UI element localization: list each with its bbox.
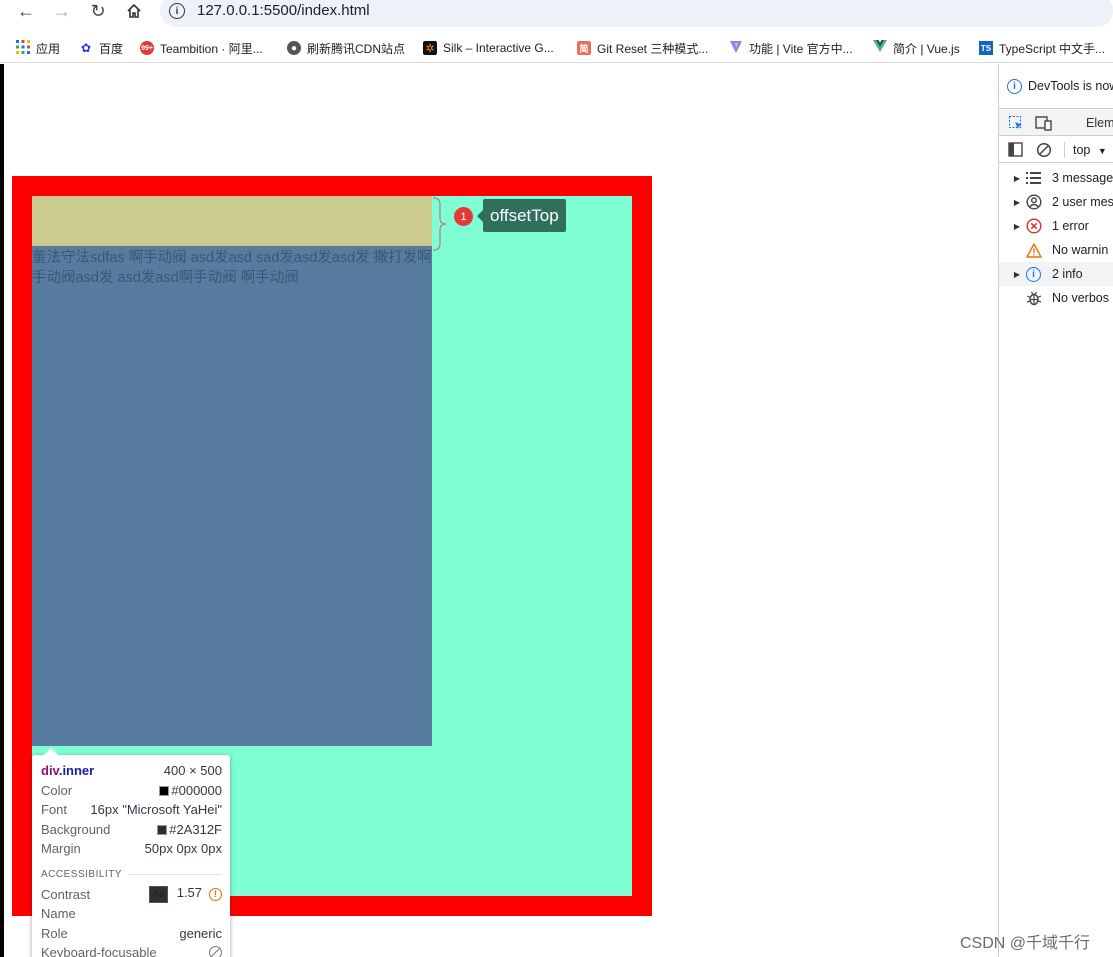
- bookmarks-bar: 应用 ✿ 百度 99+ Teambition · 阿里... ● 刷新腾讯CDN…: [0, 33, 1113, 63]
- window-edge: [0, 64, 4, 957]
- back-icon[interactable]: ←: [11, 0, 41, 22]
- expand-arrow-icon: ▶: [1013, 173, 1021, 183]
- console-filter-info[interactable]: ▶ i 2 info: [999, 262, 1113, 286]
- bookmark-vite[interactable]: 功能 | Vite 官方中...: [729, 40, 853, 56]
- annotation-label: offsetTop: [477, 199, 566, 232]
- tooltip-row-font: Font 16px "Microsoft YaHei": [41, 802, 222, 818]
- sidebar-toggle-icon[interactable]: [1008, 142, 1023, 157]
- expand-arrow-icon: ▶: [1013, 197, 1021, 207]
- info-icon: i: [1007, 78, 1022, 94]
- browser-toolbar: ← → ↻ i 127.0.0.1:5500/index.html: [0, 0, 1113, 33]
- annotation-badge: 1: [454, 207, 473, 226]
- selector-class: .inner: [58, 763, 95, 779]
- bookmark-teambition[interactable]: 99+ Teambition · 阿里...: [140, 40, 263, 56]
- inner-box[interactable]: [32, 246, 432, 746]
- tooltip-header: div.inner 400 × 500: [41, 761, 222, 781]
- console-filter-user-messages[interactable]: ▶ 2 user mes: [999, 190, 1113, 214]
- tooltip-row-margin: Margin 50px 0px 0px: [41, 841, 222, 857]
- tooltip-row-role: Role generic: [41, 925, 222, 941]
- element-size: 400 × 500: [163, 763, 222, 779]
- bookmark-typescript[interactable]: TS TypeScript 中文手...: [979, 40, 1105, 56]
- console-toolbar: top ▼: [999, 137, 1113, 163]
- console-filter-errors[interactable]: ▶ 1 error: [999, 214, 1113, 238]
- list-icon: [1025, 170, 1042, 187]
- offset-brace: [432, 197, 447, 251]
- error-icon: [1025, 218, 1042, 235]
- globe-icon: ●: [287, 41, 301, 55]
- forward-icon[interactable]: →: [47, 0, 77, 22]
- tooltip-row-name: Name: [41, 906, 76, 922]
- url-text: 127.0.0.1:5500/index.html: [197, 2, 370, 19]
- silk-icon: ✲: [423, 41, 437, 55]
- accessibility-header: ACCESSIBILITY: [41, 865, 222, 885]
- devtools-panel: i DevTools is now Eleme top ▼ ▶ 3 messag…: [998, 64, 1113, 957]
- reload-icon[interactable]: ↻: [83, 0, 113, 22]
- site-info-icon[interactable]: i: [169, 3, 185, 19]
- tooltip-row-color: Color #000000: [41, 782, 222, 798]
- vite-icon: [729, 40, 743, 57]
- inner-text: 董法守法sdfas 啊手动阀 asd发asd sad发asd发asd发 撒打发啊…: [32, 250, 432, 286]
- bookmark-vue[interactable]: 简介 | Vue.js: [873, 40, 960, 56]
- tooltip-row-focusable: Keyboard-focusable: [41, 943, 222, 957]
- bookmark-silk[interactable]: ✲ Silk – Interactive G...: [423, 40, 554, 56]
- typescript-icon: TS: [979, 41, 993, 55]
- inspect-tooltip: div.inner 400 × 500 Color #000000 Font 1…: [32, 748, 230, 957]
- bookmark-git-reset[interactable]: 简 Git Reset 三种模式...: [577, 40, 708, 56]
- devtools-tabs: Eleme: [999, 110, 1113, 136]
- tooltip-row-contrast: Contrast Aa 1.57!: [41, 885, 222, 905]
- inspect-element-icon[interactable]: [1008, 115, 1024, 131]
- warning-icon: !: [209, 887, 222, 901]
- baidu-paw-icon: ✿: [80, 41, 92, 55]
- console-filter-warnings[interactable]: No warnin: [999, 238, 1113, 262]
- background-swatch: [157, 824, 168, 835]
- address-bar[interactable]: i 127.0.0.1:5500/index.html: [160, 0, 1113, 27]
- expand-arrow-icon: ▶: [1013, 269, 1021, 279]
- toolbar-divider: [1064, 141, 1065, 158]
- devtools-notice: i DevTools is now: [999, 64, 1113, 109]
- console-filter-verbose[interactable]: No verbos: [999, 286, 1113, 310]
- clear-console-icon[interactable]: [1036, 142, 1052, 158]
- teambition-icon: 99+: [140, 41, 154, 55]
- color-swatch: [159, 785, 170, 796]
- element-selector: div.inner: [41, 763, 94, 778]
- device-toolbar-icon[interactable]: [1035, 115, 1052, 131]
- tooltip-row-background: Background #2A312F: [41, 821, 222, 837]
- jianshu-icon: 简: [577, 41, 591, 55]
- context-selector[interactable]: top ▼: [1073, 143, 1107, 157]
- apps-grid-icon: [16, 39, 30, 57]
- tab-elements[interactable]: Eleme: [1086, 116, 1113, 130]
- home-icon[interactable]: [119, 0, 149, 22]
- console-filter-messages[interactable]: ▶ 3 message: [999, 166, 1113, 190]
- bookmark-cdn[interactable]: ● 刷新腾讯CDN站点: [287, 40, 405, 56]
- bookmark-baidu[interactable]: ✿ 百度: [79, 40, 123, 56]
- vue-icon: [873, 40, 887, 56]
- expand-arrow-icon: ▶: [1013, 221, 1021, 231]
- margin-highlight: [32, 196, 432, 246]
- warning-icon: [1025, 242, 1042, 259]
- bookmark-apps[interactable]: 应用: [16, 39, 60, 57]
- contrast-sample: Aa: [148, 886, 168, 904]
- user-icon: [1025, 194, 1042, 211]
- csdn-watermark: CSDN @千域千行: [960, 935, 1091, 952]
- not-allowed-icon: [209, 946, 222, 957]
- bug-icon: [1025, 290, 1042, 307]
- selector-tag: div: [41, 763, 59, 779]
- info-icon: i: [1025, 266, 1042, 283]
- dropdown-arrow-icon: ▼: [1097, 145, 1107, 156]
